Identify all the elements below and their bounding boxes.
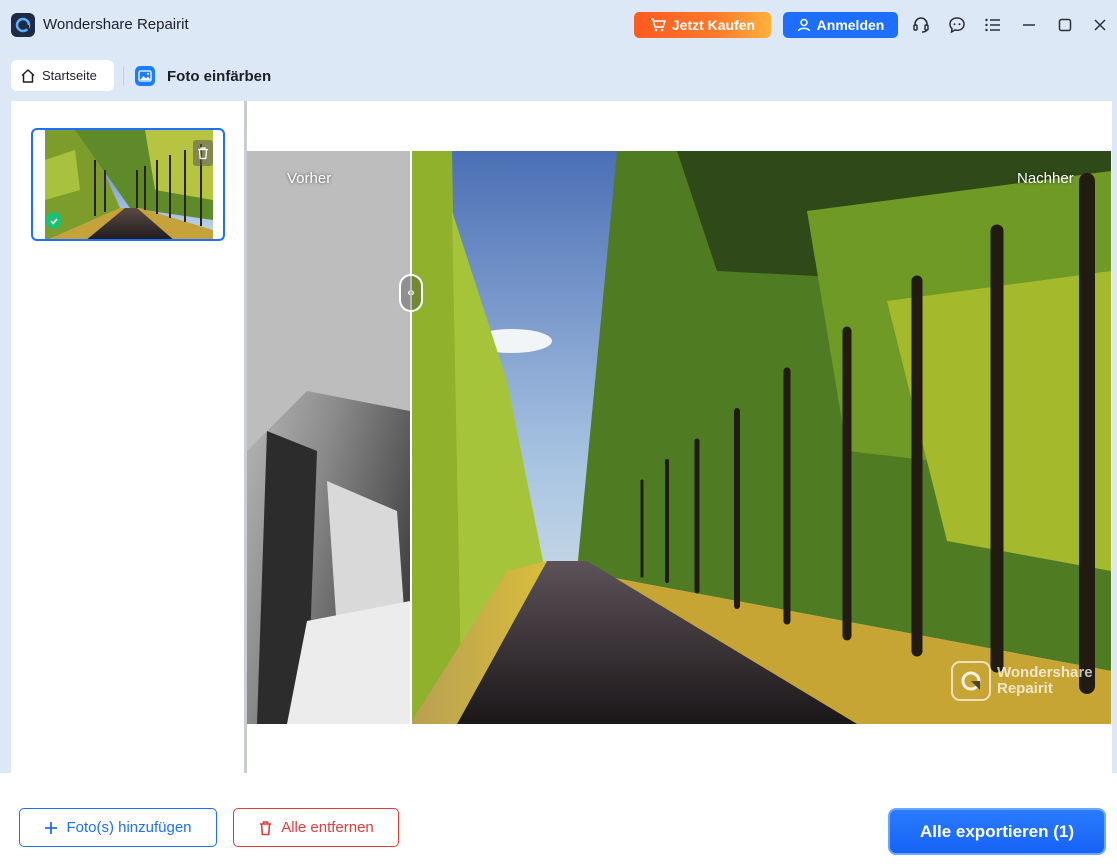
split-arrows-icon[interactable]: ‹› <box>399 274 423 312</box>
tab-divider <box>123 66 124 86</box>
tab-home-label: Startseite <box>42 68 97 83</box>
menu-list-icon[interactable] <box>982 14 1004 36</box>
before-label: Vorher <box>287 170 332 187</box>
trash-icon <box>260 820 272 835</box>
image-icon <box>135 66 155 86</box>
close-icon[interactable] <box>1089 14 1111 36</box>
export-all-button[interactable]: Alle exportieren (1) <box>888 808 1106 855</box>
maximize-icon[interactable] <box>1054 14 1076 36</box>
headset-icon[interactable] <box>910 14 932 36</box>
watermark: Wondershare Repairit <box>951 661 1093 701</box>
login-label: Anmelden <box>816 17 885 33</box>
delete-thumbnail-button[interactable] <box>193 140 213 166</box>
photo-thumbnail-image <box>45 130 213 239</box>
minimize-icon[interactable] <box>1018 14 1040 36</box>
after-label: Nachher <box>1017 170 1074 187</box>
watermark-line-1: Wondershare <box>997 664 1093 681</box>
photo-thumbnail-card[interactable] <box>31 128 225 241</box>
split-divider-line <box>410 151 412 724</box>
title-bar: Wondershare Repairit Jetzt Kaufen Anmeld… <box>0 0 1117 50</box>
check-icon <box>45 212 62 229</box>
tab-colorize-label: Foto einfärben <box>167 67 272 85</box>
watermark-line-2: Repairit <box>997 680 1053 697</box>
remove-all-label: Alle entfernen <box>281 819 374 836</box>
trash-icon <box>198 147 208 160</box>
add-photos-label: Foto(s) hinzufügen <box>66 819 192 836</box>
repairit-watermark-icon <box>951 661 991 701</box>
tab-home[interactable]: Startseite <box>11 60 114 91</box>
shopping-cart-icon <box>650 18 666 32</box>
buy-now-button[interactable]: Jetzt Kaufen <box>634 12 771 38</box>
add-photos-button[interactable]: Foto(s) hinzufügen <box>19 808 217 847</box>
user-icon <box>797 18 810 32</box>
feedback-icon[interactable] <box>946 14 968 36</box>
plus-icon <box>45 821 58 834</box>
repairit-logo-icon <box>11 13 35 37</box>
login-button[interactable]: Anmelden <box>783 12 898 38</box>
before-after-preview[interactable] <box>247 151 1111 724</box>
app-title: Wondershare Repairit <box>43 16 189 33</box>
tab-colorize-photo[interactable]: Foto einfärben <box>135 62 271 90</box>
buy-now-label: Jetzt Kaufen <box>671 17 756 33</box>
remove-all-button[interactable]: Alle entfernen <box>233 808 399 847</box>
home-icon <box>21 68 35 83</box>
